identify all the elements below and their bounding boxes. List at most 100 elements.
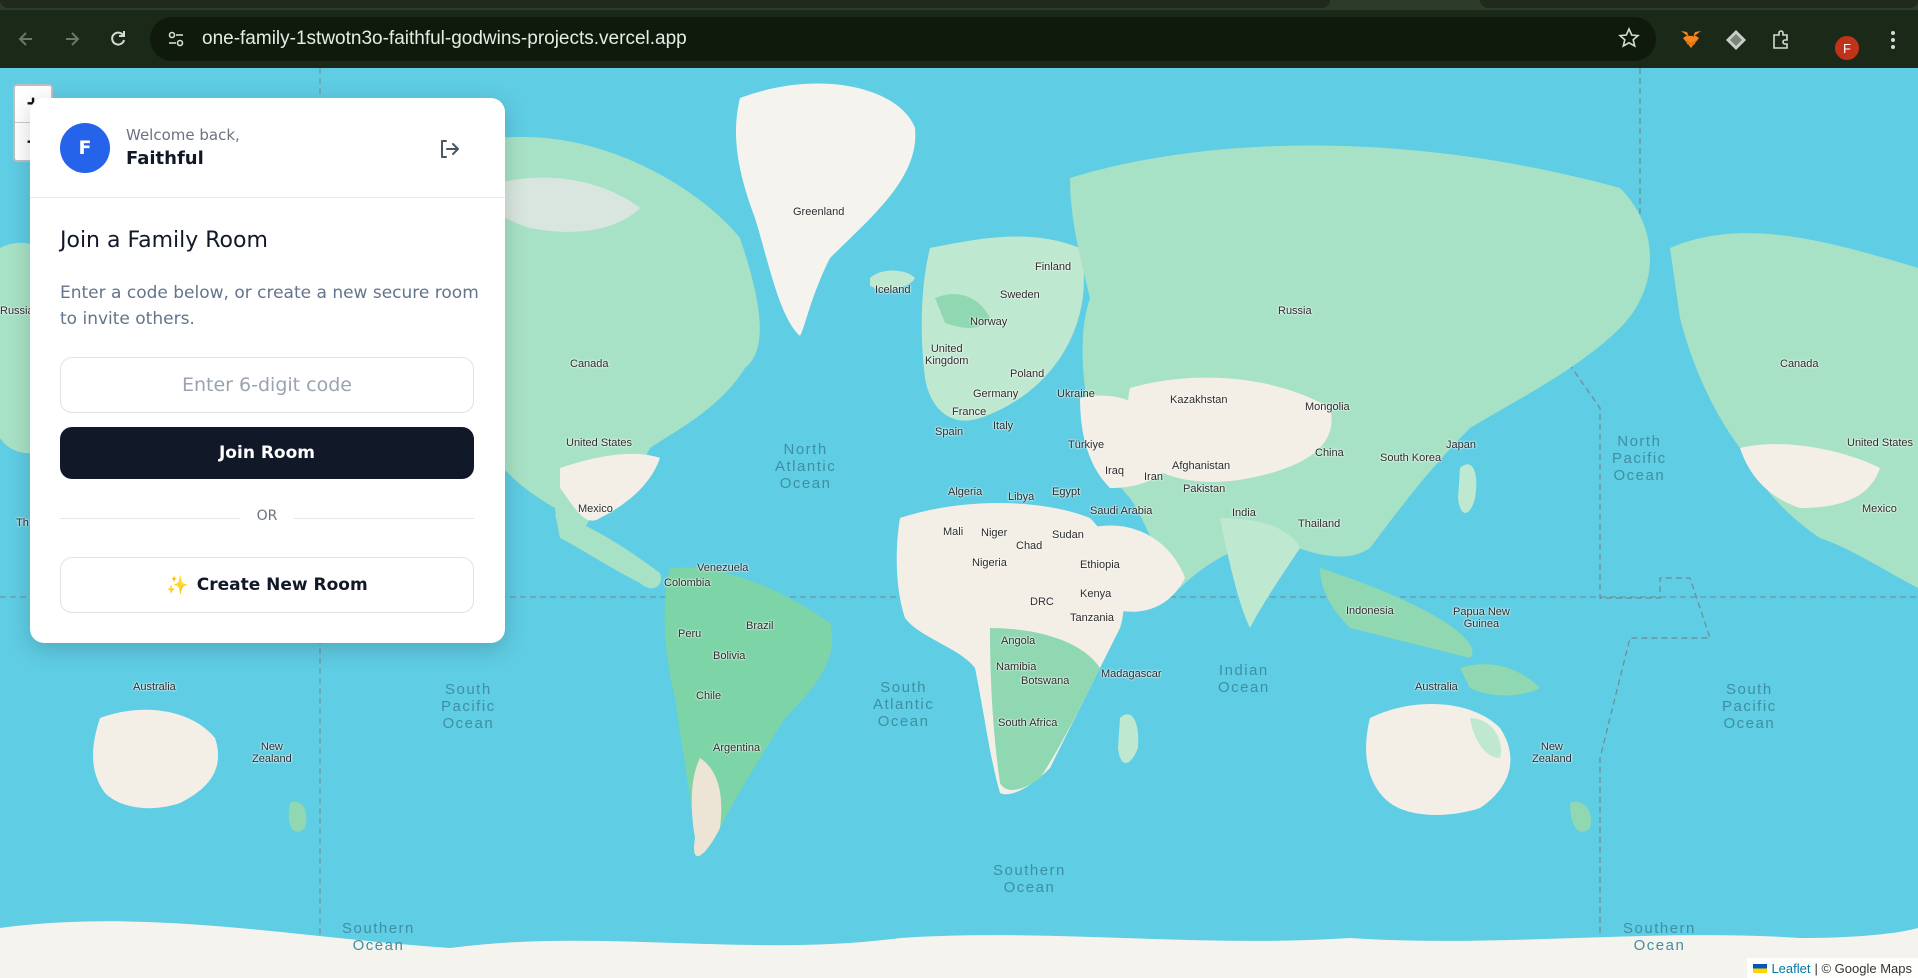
create-room-button[interactable]: ✨ Create New Room: [60, 557, 474, 613]
tab-area: [0, 0, 1330, 8]
bookmark-button[interactable]: [1618, 27, 1640, 54]
back-icon: [18, 32, 32, 46]
map-label-united-states: United States: [566, 437, 633, 449]
map-label-india: India: [1232, 507, 1256, 519]
map-label-madagascar: Madagascar: [1101, 668, 1162, 680]
forward-icon: [66, 32, 80, 46]
ocean-label-southern-right: Southern Ocean: [1623, 920, 1696, 954]
bookmark-star-icon: [1618, 27, 1640, 48]
map-label-mexico-right: Mexico: [1862, 503, 1897, 515]
diamond-extension[interactable]: [1723, 27, 1749, 53]
map-label-afghanistan: Afghanistan: [1172, 460, 1231, 472]
map-label-australia-left: Australia: [133, 681, 176, 693]
join-room-panel: F Welcome back, Faithful Join a Family R…: [30, 98, 505, 643]
map-label-turkiye: Türkiye: [1068, 439, 1105, 451]
room-code-input[interactable]: [60, 357, 474, 413]
map-label-papua-new-guinea: Papua New Guinea: [1453, 606, 1510, 630]
ocean-label-indian: Indian Ocean: [1218, 662, 1270, 696]
join-room-button[interactable]: Join Room: [60, 427, 474, 479]
create-room-label: Create New Room: [196, 575, 368, 595]
map-label-south-korea: South Korea: [1380, 452, 1442, 464]
map-label-bolivia: Bolivia: [713, 650, 746, 662]
attribution-text: | © Google Maps: [1814, 960, 1913, 976]
map-label-canada-right: Canada: [1780, 358, 1819, 370]
ocean-label-south-atlantic: South Atlantic Ocean: [873, 679, 935, 730]
ocean-label-north-atlantic: North Atlantic Ocean: [775, 441, 837, 492]
map-label-angola: Angola: [1001, 635, 1036, 647]
map-label-iraq: Iraq: [1105, 465, 1124, 477]
map-label-saudi-arabia: Saudi Arabia: [1090, 505, 1153, 517]
map-label-colombia: Colombia: [664, 577, 711, 589]
map-label-new-zealand-left: New Zealand: [252, 741, 292, 765]
map-label-niger: Niger: [981, 527, 1008, 539]
map-label-namibia: Namibia: [996, 661, 1037, 673]
map-label-germany: Germany: [973, 388, 1019, 400]
map-label-ethiopia: Ethiopia: [1080, 559, 1120, 571]
divider-line-right: [294, 518, 474, 519]
map-label-ukraine: Ukraine: [1057, 388, 1095, 400]
back-button[interactable]: [6, 19, 46, 59]
site-settings-button[interactable]: [162, 25, 190, 53]
map-label-kenya: Kenya: [1080, 588, 1112, 600]
map-label-tanzania: Tanzania: [1070, 612, 1115, 624]
panel-title: Join a Family Room: [60, 228, 268, 253]
url-text: one-family-1stwotn3o-faithful-godwins-pr…: [202, 28, 687, 49]
browser-tabstrip: [0, 0, 1918, 10]
map-label-france: France: [952, 406, 987, 418]
map-label-russia-left: Russia: [0, 305, 34, 317]
map-label-nigeria: Nigeria: [972, 557, 1007, 569]
metamask-extension[interactable]: [1678, 27, 1704, 53]
map-label-norway: Norway: [970, 316, 1008, 328]
map-label-canada: Canada: [570, 358, 609, 370]
address-bar[interactable]: one-family-1stwotn3o-faithful-godwins-pr…: [150, 17, 1656, 61]
logout-button[interactable]: [435, 135, 463, 163]
map-label-libya: Libya: [1008, 491, 1035, 503]
map-attribution: Leaflet | © Google Maps: [1747, 958, 1918, 978]
ukraine-flag-icon: [1753, 963, 1768, 973]
logout-icon: [441, 140, 459, 158]
forward-button[interactable]: [52, 19, 92, 59]
map-label-botswana: Botswana: [1021, 675, 1070, 687]
map-label-russia: Russia: [1278, 305, 1312, 317]
tab-area-right: [1480, 0, 1918, 8]
ocean-label-southern-center: Southern Ocean: [993, 862, 1066, 896]
extension-diamond-icon: [1726, 30, 1746, 50]
map-label-chile: Chile: [696, 690, 722, 702]
menu-dots-icon: [1891, 31, 1895, 49]
sparkle-icon: ✨: [166, 574, 189, 596]
menu-button[interactable]: [1880, 27, 1906, 53]
ocean-label-southern-left: Southern Ocean: [342, 920, 415, 954]
ocean-label-south-pacific-left: South Pacific Ocean: [441, 681, 496, 732]
welcome-text: Welcome back,: [126, 126, 240, 144]
map-label-egypt: Egypt: [1052, 486, 1081, 498]
map-label-united-kingdom: United Kingdom: [925, 343, 969, 367]
site-settings-icon: [168, 31, 184, 47]
map-label-greenland: Greenland: [793, 206, 845, 218]
map-label-mexico: Mexico: [578, 503, 613, 515]
map-label-mali: Mali: [943, 526, 964, 538]
ocean-label-south-pacific-right: South Pacific Ocean: [1722, 681, 1777, 732]
profile-avatar[interactable]: F: [1835, 36, 1859, 60]
map-label-mongolia: Mongolia: [1305, 401, 1350, 413]
map-label-peru: Peru: [678, 628, 702, 640]
map-label-iran: Iran: [1144, 471, 1163, 483]
metamask-fox-icon: [1681, 31, 1701, 48]
map-label-sweden: Sweden: [1000, 289, 1040, 301]
or-divider: OR: [60, 508, 474, 528]
user-avatar: F: [60, 123, 110, 173]
reload-button[interactable]: [98, 19, 138, 59]
reload-icon: [111, 31, 125, 46]
ocean-label-north-pacific: North Pacific Ocean: [1612, 433, 1667, 484]
map-label-algeria: Algeria: [948, 486, 983, 498]
map-label-iceland: Iceland: [875, 284, 911, 296]
panel-description: Enter a code below, or create a new secu…: [60, 283, 479, 329]
map-label-new-zealand: New Zealand: [1532, 741, 1572, 765]
map-label-th: Th: [16, 517, 29, 529]
map-label-chad: Chad: [1016, 540, 1043, 552]
extensions-button[interactable]: [1768, 27, 1794, 53]
map-label-drc: DRC: [1030, 596, 1054, 608]
map-label-italy: Italy: [993, 420, 1014, 432]
map-label-venezuela: Venezuela: [697, 562, 749, 574]
leaflet-link[interactable]: Leaflet: [1771, 961, 1810, 976]
browser-toolbar: one-family-1stwotn3o-faithful-godwins-pr…: [0, 10, 1918, 68]
